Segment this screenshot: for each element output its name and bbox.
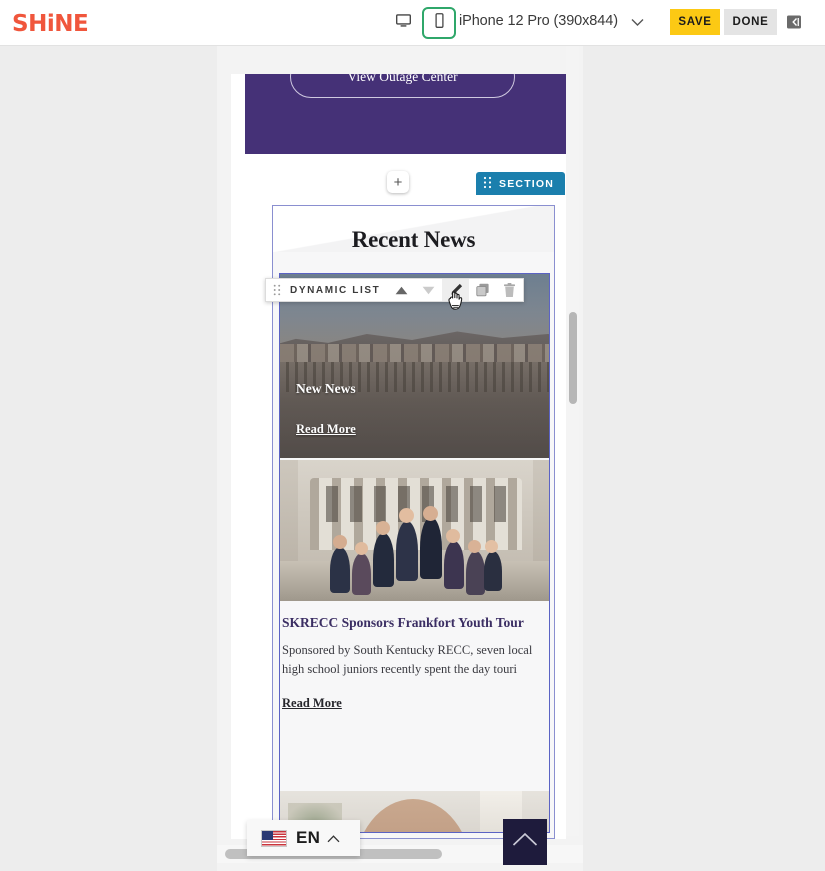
collapse-panel-button[interactable]: [783, 10, 805, 34]
device-mode-switcher: [386, 7, 456, 39]
us-flag-icon: [261, 829, 287, 847]
news-card-1-title: New News: [296, 381, 356, 396]
chevron-up-icon: [512, 832, 538, 852]
device-preset-label[interactable]: iPhone 12 Pro (390x844): [459, 13, 618, 29]
language-code: EN: [296, 828, 321, 847]
language-selector[interactable]: EN: [247, 820, 360, 856]
image-person-head: [354, 799, 472, 832]
section-badge[interactable]: SECTION: [476, 172, 566, 195]
view-outage-center-button[interactable]: View Outage Center: [290, 74, 515, 98]
drag-handle-icon[interactable]: [483, 176, 492, 192]
done-button[interactable]: DONE: [724, 9, 777, 35]
chevron-up-icon: [327, 831, 340, 846]
canvas-gutter-left: [0, 46, 217, 871]
top-toolbar: SHiNE iPhone 12 Pro (390x844) SAVE DONE: [0, 0, 825, 46]
move-up-button[interactable]: [388, 279, 415, 301]
flag-canton: [262, 830, 273, 840]
canvas-gutter-right: [583, 46, 825, 871]
preview-vertical-scrollbar-track[interactable]: [566, 46, 579, 836]
dynamic-list-toolbar: DYNAMIC LIST: [265, 278, 525, 302]
preview-scroll-panel[interactable]: View Outage Center Recent News New News: [217, 46, 583, 871]
news-card-2-caption: SKRECC Sponsors Frankfort Youth Tour Spo…: [280, 601, 549, 727]
add-section-button[interactable]: +: [387, 171, 409, 193]
dynamic-list-toolbar-label: DYNAMIC LIST: [290, 284, 381, 296]
mobile-icon: [432, 12, 447, 34]
dynamic-list-widget[interactable]: New News Read More SKRECC Sponsors Frank…: [279, 273, 550, 833]
news-card-1-read-more[interactable]: Read More: [296, 422, 356, 437]
scroll-to-top-button[interactable]: [503, 819, 547, 865]
chevron-down-icon[interactable]: [631, 15, 644, 30]
page-title: Recent News: [351, 227, 476, 252]
drag-handle-icon[interactable]: [266, 279, 288, 301]
save-button[interactable]: SAVE: [670, 9, 720, 35]
news-card-2-image: [280, 460, 549, 601]
delete-button[interactable]: [496, 279, 523, 301]
edit-button[interactable]: [442, 279, 470, 301]
mobile-mode-button[interactable]: [422, 7, 456, 39]
preview-vertical-scrollbar-thumb[interactable]: [569, 312, 577, 404]
editor-canvas: View Outage Center Recent News New News: [0, 46, 825, 871]
duplicate-button[interactable]: [469, 279, 496, 301]
news-card-2-read-more[interactable]: Read More: [282, 696, 547, 711]
image-people-group: [328, 506, 503, 597]
news-card-2-title[interactable]: SKRECC Sponsors Frankfort Youth Tour: [282, 614, 547, 641]
move-down-button[interactable]: [415, 279, 442, 301]
desktop-icon: [395, 12, 412, 34]
outage-section: View Outage Center: [245, 74, 566, 154]
section-badge-label: SECTION: [499, 177, 555, 190]
news-card-2[interactable]: SKRECC Sponsors Frankfort Youth Tour Spo…: [280, 460, 549, 727]
desktop-mode-button[interactable]: [386, 7, 420, 39]
news-card-2-excerpt: Sponsored by South Kentucky RECC, seven …: [282, 642, 533, 677]
shine-logo[interactable]: SHiNE: [12, 11, 89, 37]
